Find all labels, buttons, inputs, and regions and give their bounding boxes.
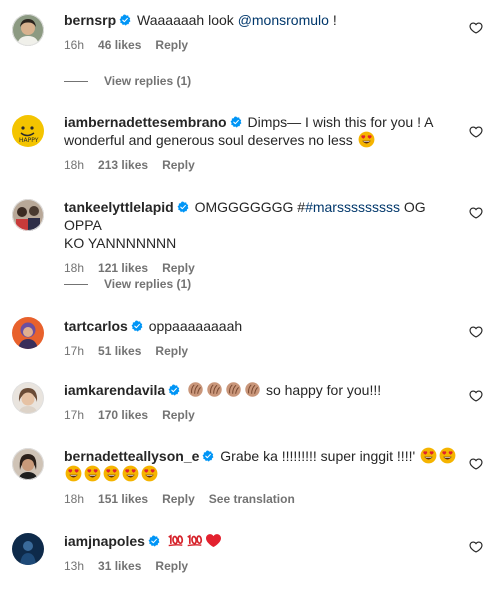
comment-body-line2: wonderful and generous soul deserves no … — [64, 132, 353, 148]
heart-eyes-emoji-icon — [65, 465, 82, 482]
heart-outline-icon[interactable] — [469, 125, 483, 139]
timestamp[interactable]: 18h — [64, 492, 84, 506]
avatar[interactable] — [12, 14, 44, 46]
view-replies-button[interactable]: View replies (1) — [64, 277, 191, 291]
verified-badge-icon — [119, 14, 131, 26]
view-replies-button[interactable]: View replies (1) — [64, 74, 191, 88]
likes-count[interactable]: 170 likes — [98, 408, 148, 422]
reply-button[interactable]: Reply — [162, 408, 195, 422]
likes-count[interactable]: 31 likes — [98, 559, 141, 573]
comment-body: Waaaaaah look — [137, 12, 238, 28]
verified-badge-icon — [148, 535, 160, 547]
heart-outline-icon[interactable] — [469, 389, 483, 403]
avatar[interactable] — [12, 448, 44, 480]
verified-badge-icon — [230, 116, 242, 128]
comment-body: so happy for you!!! — [265, 382, 382, 398]
comment-meta: 17h 170 likes Reply — [64, 407, 459, 423]
clapping-hands-emoji-icon — [225, 381, 242, 398]
verified-badge-icon — [177, 201, 189, 213]
avatar[interactable] — [12, 317, 44, 349]
username[interactable]: iamkarendavila — [64, 382, 165, 398]
comment-meta: 17h 51 likes Reply — [64, 343, 459, 359]
reply-button[interactable]: Reply — [162, 492, 195, 506]
likes-count[interactable]: 151 likes — [98, 492, 148, 506]
timestamp[interactable]: 16h — [64, 38, 84, 52]
comment-body-line2: KO YANNNNNNN — [64, 235, 177, 251]
reply-button[interactable]: Reply — [155, 559, 188, 573]
verified-badge-icon — [131, 320, 143, 332]
comment-meta: 16h 46 likes Reply — [64, 37, 459, 53]
heart-eyes-emoji-icon — [358, 131, 375, 148]
heart-outline-icon[interactable] — [469, 540, 483, 554]
timestamp[interactable]: 18h — [64, 158, 84, 172]
avatar[interactable] — [12, 533, 44, 565]
verified-badge-icon — [168, 384, 180, 396]
comment-text: iamjnapoles — [64, 532, 459, 550]
heart-eyes-emoji-icon — [84, 465, 101, 482]
comment-text: tankeelyttlelapid OMGGGGGGG ##marsssssss… — [64, 198, 459, 252]
username[interactable]: iambernadettesembrano — [64, 114, 227, 130]
heart-eyes-emoji-icon — [122, 465, 139, 482]
see-translation-button[interactable]: See translation — [209, 492, 295, 506]
heart-outline-icon[interactable] — [469, 457, 483, 471]
heart-outline-icon[interactable] — [469, 21, 483, 35]
hundred-points-emoji-icon — [167, 532, 184, 549]
likes-count[interactable]: 213 likes — [98, 158, 148, 172]
divider-line — [64, 81, 88, 83]
clapping-hands-emoji-icon — [206, 381, 223, 398]
timestamp[interactable]: 17h — [64, 408, 84, 422]
heart-eyes-emoji-icon — [420, 447, 437, 464]
avatar[interactable]: HAPPY — [12, 115, 44, 147]
likes-count[interactable]: 51 likes — [98, 344, 141, 358]
avatar[interactable] — [12, 199, 44, 231]
mention-link[interactable]: @monsromulo — [238, 12, 329, 28]
heart-outline-icon[interactable] — [469, 206, 483, 220]
avatar[interactable] — [12, 382, 44, 414]
divider-line — [64, 284, 88, 286]
timestamp[interactable]: 17h — [64, 344, 84, 358]
username[interactable]: bernadetteallyson_e — [64, 448, 199, 464]
heart-outline-icon[interactable] — [469, 325, 483, 339]
comment-body: OMGGGGGGG # — [194, 199, 306, 215]
username[interactable]: tartcarlos — [64, 318, 128, 334]
comment-text: iamkarendavila so happy for you!!! — [64, 381, 459, 399]
red-heart-emoji-icon — [205, 532, 222, 549]
reply-button[interactable]: Reply — [155, 344, 188, 358]
username[interactable]: bernsrp — [64, 12, 116, 28]
comment-body: oppaaaaaaaah — [148, 318, 243, 334]
reply-button[interactable]: Reply — [155, 38, 188, 52]
comment-body-line1: Dimps— I wish this for you ! A — [247, 114, 434, 130]
comment-body-end: ! — [328, 12, 337, 28]
timestamp[interactable]: 13h — [64, 559, 84, 573]
comment-meta: 18h 121 likes Reply — [64, 260, 459, 276]
comment-meta: 18h 213 likes Reply — [64, 157, 459, 173]
comment-text: bernadetteallyson_e Grabe ka !!!!!!!!! s… — [64, 447, 459, 483]
comment-meta: 18h 151 likes Reply See translation — [64, 491, 459, 507]
heart-eyes-emoji-icon — [141, 465, 158, 482]
verified-badge-icon — [202, 450, 214, 462]
comment-text: tartcarlos oppaaaaaaaah — [64, 317, 459, 335]
reply-button[interactable]: Reply — [162, 261, 195, 275]
comment-body: Grabe ka !!!!!!!!! super inggit !!!!' — [220, 448, 416, 464]
likes-count[interactable]: 121 likes — [98, 261, 148, 275]
comment-text: iambernadettesembrano Dimps— I wish this… — [64, 113, 459, 149]
comment-meta: 13h 31 likes Reply — [64, 558, 459, 574]
likes-count[interactable]: 46 likes — [98, 38, 141, 52]
hashtag-link[interactable]: #marsssssssss — [305, 199, 400, 215]
hundred-points-emoji-icon — [186, 532, 203, 549]
timestamp[interactable]: 18h — [64, 261, 84, 275]
heart-eyes-emoji-icon — [103, 465, 120, 482]
view-replies-label: View replies (1) — [104, 74, 192, 88]
username[interactable]: tankeelyttlelapid — [64, 199, 174, 215]
clapping-hands-emoji-icon — [187, 381, 204, 398]
username[interactable]: iamjnapoles — [64, 533, 145, 549]
clapping-hands-emoji-icon — [244, 381, 261, 398]
reply-button[interactable]: Reply — [162, 158, 195, 172]
view-replies-label: View replies (1) — [104, 277, 192, 291]
heart-eyes-emoji-icon — [439, 447, 456, 464]
comment-text: bernsrp Waaaaaah look @monsromulo ! — [64, 11, 459, 29]
svg-text:HAPPY: HAPPY — [19, 137, 39, 144]
